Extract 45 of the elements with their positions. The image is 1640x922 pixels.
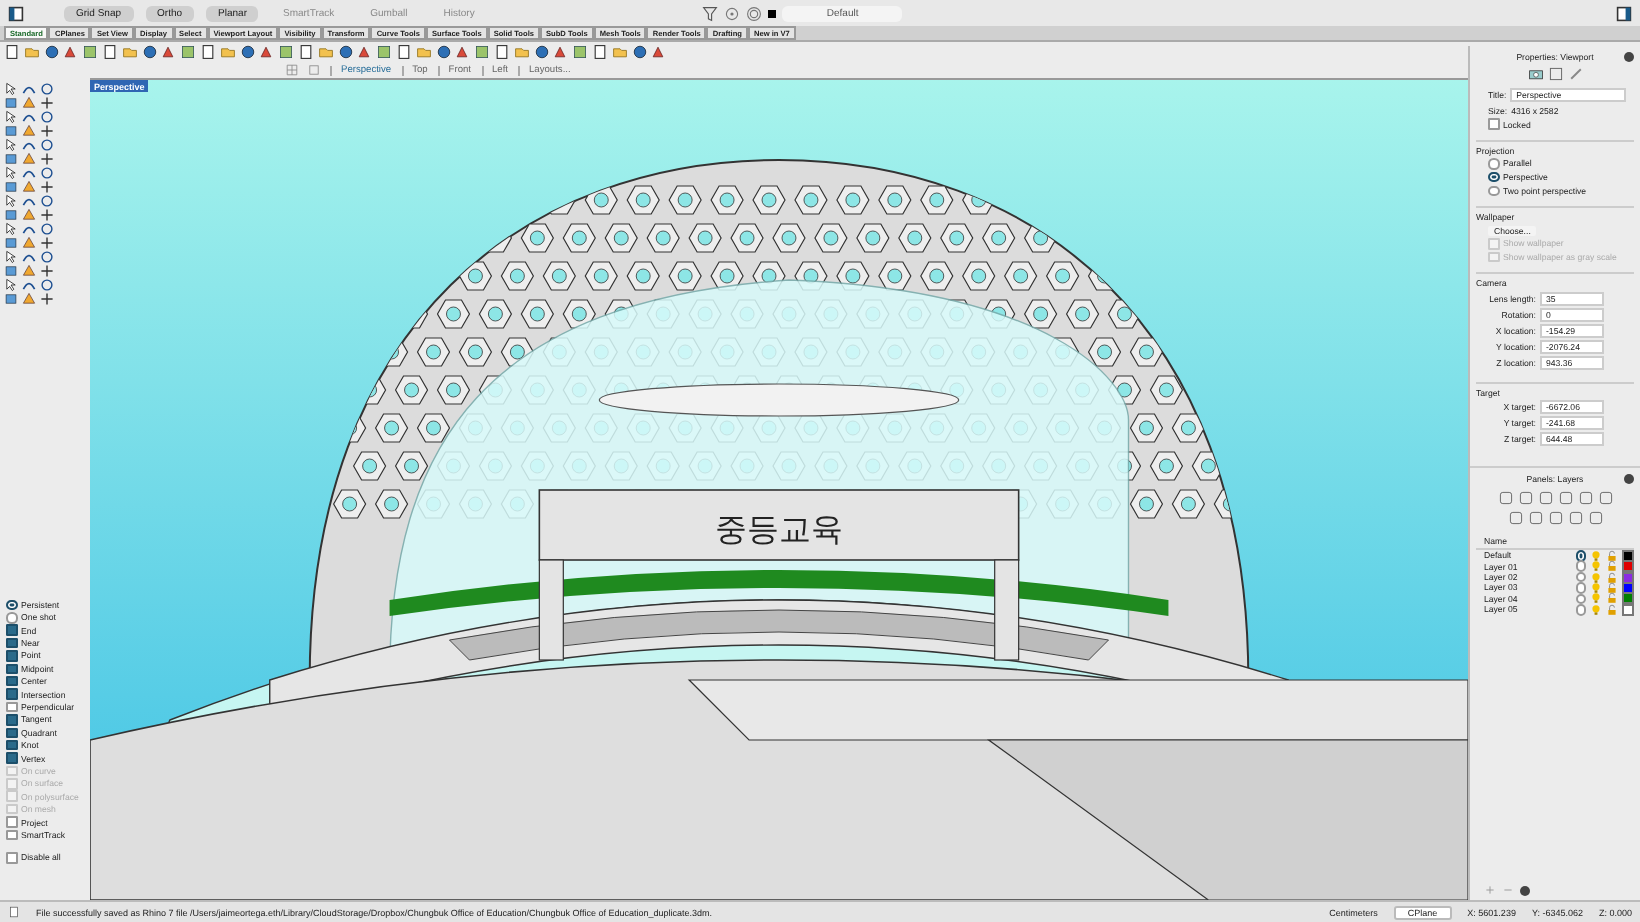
checkbox[interactable] xyxy=(6,752,17,764)
checkbox[interactable] xyxy=(6,650,17,662)
radio-button[interactable] xyxy=(1488,171,1499,183)
tool-icon[interactable] xyxy=(40,180,54,194)
radio-button[interactable] xyxy=(1488,158,1499,170)
filter-icon[interactable] xyxy=(702,5,719,21)
padlock-icon[interactable] xyxy=(1606,582,1619,594)
checkbox[interactable] xyxy=(1488,118,1499,130)
panel-toggle-icon[interactable] xyxy=(8,5,24,21)
tool-icon[interactable] xyxy=(40,124,54,138)
sign-lettering: 중등교육 xyxy=(715,510,843,548)
tool-icon[interactable] xyxy=(40,152,54,166)
checkbox[interactable] xyxy=(6,624,17,636)
checkbox[interactable] xyxy=(6,739,17,751)
checkbox[interactable] xyxy=(6,637,17,649)
radio-button[interactable] xyxy=(1488,185,1499,196)
camera-icon[interactable] xyxy=(1527,66,1543,83)
lightbulb-icon[interactable] xyxy=(1590,582,1603,594)
tool-icon[interactable] xyxy=(40,208,54,222)
padlock-icon[interactable] xyxy=(1606,571,1619,584)
current-layer-radio[interactable] xyxy=(1575,582,1587,594)
layer-color-swatch[interactable] xyxy=(1622,560,1634,573)
checkbox[interactable] xyxy=(6,829,17,841)
radio-button[interactable] xyxy=(6,599,17,611)
tool-icon[interactable] xyxy=(40,96,54,110)
checkbox[interactable] xyxy=(6,816,17,828)
checkbox[interactable] xyxy=(6,701,17,713)
current-layer-radio[interactable] xyxy=(1575,560,1587,572)
tool-icon[interactable] xyxy=(40,264,54,278)
layer-color-swatch[interactable] xyxy=(768,9,777,17)
panel-toggle-icon[interactable] xyxy=(1616,5,1632,21)
tool-icon[interactable] xyxy=(40,292,54,306)
checkbox[interactable] xyxy=(6,663,17,675)
checkbox[interactable] xyxy=(6,727,17,739)
lightbulb-icon[interactable] xyxy=(1590,592,1603,605)
layer-color-swatch[interactable] xyxy=(1622,592,1634,605)
circle-icon[interactable] xyxy=(724,5,741,21)
checkbox[interactable] xyxy=(6,688,17,700)
checkbox[interactable] xyxy=(6,852,17,864)
current-layer-radio[interactable] xyxy=(1575,604,1587,616)
checkbox[interactable] xyxy=(6,675,17,687)
document-icon xyxy=(8,906,20,918)
tool-icon[interactable] xyxy=(40,236,54,250)
checkbox[interactable] xyxy=(6,714,17,726)
square-icon[interactable] xyxy=(1547,66,1563,83)
